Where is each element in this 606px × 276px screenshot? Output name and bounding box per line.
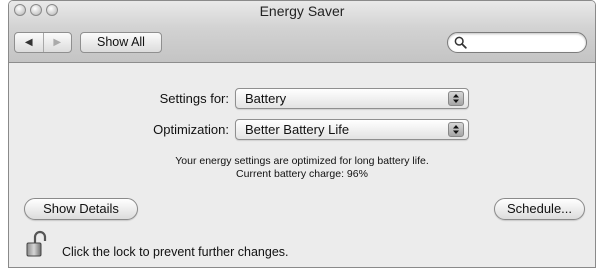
settings-for-popup[interactable]: Battery (235, 88, 469, 109)
title-bar: Energy Saver ◀ ▶ Show All (9, 1, 595, 63)
optimization-info-text: Your energy settings are optimized for l… (175, 155, 429, 167)
schedule-button[interactable]: Schedule... (494, 198, 585, 220)
back-arrow-icon: ◀ (24, 37, 33, 48)
window-title: Energy Saver (259, 3, 345, 19)
search-field[interactable] (447, 32, 587, 53)
navigation-buttons: ◀ ▶ (14, 32, 72, 53)
settings-for-value: Battery (245, 91, 287, 106)
popup-arrows-icon (448, 122, 464, 137)
lock-instruction-text: Click the lock to prevent further change… (62, 245, 289, 259)
unlocked-padlock-icon[interactable] (26, 230, 48, 258)
search-input[interactable] (470, 34, 580, 50)
optimization-popup[interactable]: Better Battery Life (235, 119, 469, 140)
optimization-value: Better Battery Life (245, 122, 350, 137)
show-all-button[interactable]: Show All (80, 32, 162, 53)
show-details-button[interactable]: Show Details (24, 198, 138, 220)
forward-button[interactable]: ▶ (44, 33, 72, 52)
battery-charge-text: Current battery charge: 96% (236, 168, 368, 180)
optimization-label: Optimization: (153, 122, 229, 137)
settings-for-label: Settings for: (159, 91, 229, 106)
popup-arrows-icon (448, 91, 464, 106)
energy-saver-window: Energy Saver ◀ ▶ Show All Settings for: … (8, 0, 596, 268)
back-button[interactable]: ◀ (15, 33, 44, 52)
search-icon (454, 36, 467, 49)
forward-arrow-icon: ▶ (53, 37, 62, 48)
